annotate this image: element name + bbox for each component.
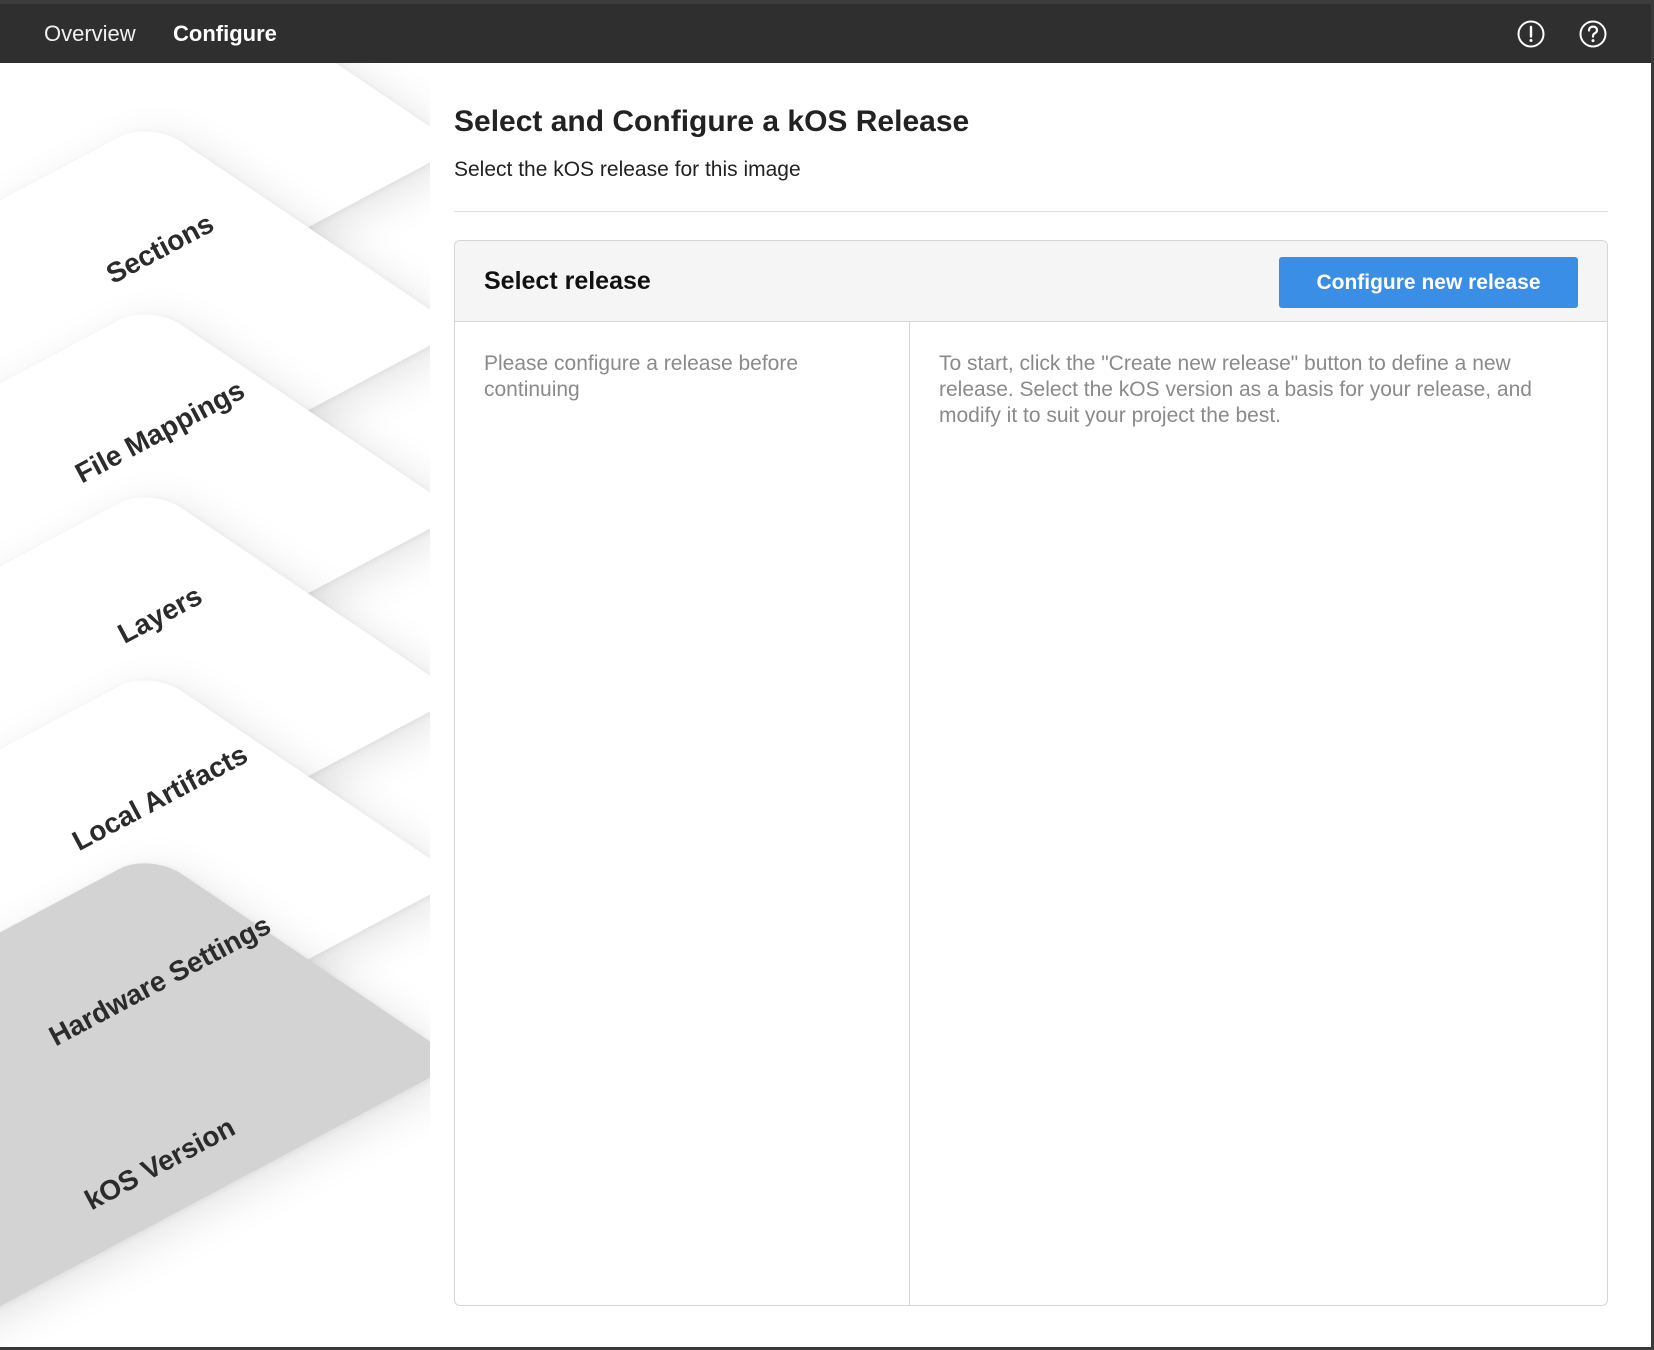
configure-new-release-button[interactable]: Configure new release bbox=[1279, 257, 1578, 308]
alert-circle-icon[interactable] bbox=[1516, 19, 1546, 49]
panel-header: Select release Configure new release bbox=[455, 241, 1607, 322]
select-release-panel: Select release Configure new release Ple… bbox=[454, 240, 1608, 1306]
page-subtitle: Select the kOS release for this image bbox=[454, 158, 801, 181]
empty-release-message: Please configure a release before contin… bbox=[484, 352, 799, 401]
top-nav-bar: Overview Configure bbox=[0, 0, 1654, 63]
app-window: Overview Configure Sections File Mapping… bbox=[0, 0, 1654, 1350]
configure-steps-sidebar: Sections File Mappings Layers Local Arti… bbox=[0, 63, 430, 1350]
header-divider bbox=[454, 211, 1608, 212]
release-list-pane: Please configure a release before contin… bbox=[455, 322, 910, 1305]
panel-title: Select release bbox=[484, 267, 651, 295]
help-circle-icon[interactable] bbox=[1578, 19, 1608, 49]
release-details-pane: To start, click the "Create new release"… bbox=[910, 322, 1607, 1305]
tab-overview[interactable]: Overview bbox=[44, 4, 136, 63]
getting-started-instructions: To start, click the "Create new release"… bbox=[939, 352, 1532, 427]
tab-configure[interactable]: Configure bbox=[173, 4, 277, 63]
page-title: Select and Configure a kOS Release bbox=[454, 105, 970, 138]
